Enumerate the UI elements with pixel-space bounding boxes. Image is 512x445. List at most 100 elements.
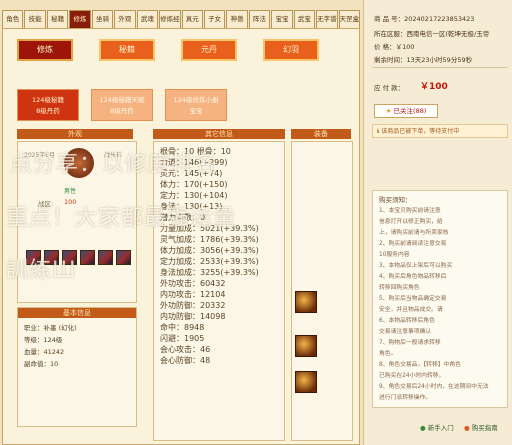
tab-15[interactable]: 天罡盒 bbox=[338, 10, 360, 28]
main-panel: 修炼 秘籍 元丹 幻羽 124级秘籍 8级丹药 124级秘籍天赋 8级丹药 124级修炼小册宝… bbox=[2, 28, 360, 445]
tip-line: 4、购买后角色物品转移后 bbox=[379, 274, 447, 280]
right-region: 商 品 号：20240217223853423 所在区服：西南电信一区(乾坤无极… bbox=[363, 0, 512, 445]
tip-line: 进行门派转移操作。 bbox=[379, 395, 432, 401]
tip-line: 信息打开以修正购买，给 bbox=[379, 219, 443, 225]
gem-row bbox=[26, 250, 131, 265]
server-option-2[interactable]: 124级修炼小册 宝宝 bbox=[165, 89, 227, 121]
stat-row: 力量加成：5021(+39.3%) bbox=[160, 224, 259, 233]
guide-icon: ● bbox=[464, 424, 470, 432]
equipment-slot-1[interactable] bbox=[295, 291, 317, 313]
tip-line: 1、本宝贝购买前请注意 bbox=[379, 208, 441, 214]
server-option-line2: 8级丹药 bbox=[36, 107, 60, 115]
stat-row: 外功攻击：60432 bbox=[160, 279, 226, 288]
stat-row: 身法：130(+13) bbox=[160, 202, 223, 211]
stat-row: 外功防御：20332 bbox=[160, 301, 226, 310]
tip-line: 9、角色交易后24小时内，在这期间中无法 bbox=[379, 384, 489, 390]
basic-info-rows: 职业：补墨 (幻化) 等级：124级 血量：41242 副命值：10 bbox=[24, 322, 77, 370]
tip-line: 转移回购买角色 bbox=[379, 285, 420, 291]
appearance-box: 2025年6月 战长衫 男性 战区: 100 bbox=[17, 141, 137, 303]
tab-13[interactable]: 武宝 bbox=[293, 10, 316, 28]
tab-8[interactable]: 真元 bbox=[181, 10, 203, 28]
tab-2[interactable]: 秘籍 bbox=[46, 10, 69, 28]
stat-row: 潜力点数：0 bbox=[160, 213, 206, 222]
tab-5[interactable]: 外观 bbox=[114, 10, 136, 28]
section-header-left: 外观 bbox=[17, 129, 133, 139]
gem-icon[interactable] bbox=[44, 250, 59, 265]
server-option-0[interactable]: 124级秘籍 8级丹药 bbox=[17, 89, 79, 121]
divider bbox=[372, 67, 508, 68]
category-button-0[interactable]: 修炼 bbox=[17, 39, 73, 61]
stat-row: 命中：8948 bbox=[160, 323, 205, 332]
stat-row: 体力加成：3056(+39.3%) bbox=[160, 246, 259, 255]
stat-row: 体力：170(+150) bbox=[160, 180, 228, 189]
newbie-link[interactable]: ● 新手入门 bbox=[420, 422, 454, 432]
stats-list: 根骨：10 根骨：10 力道：146(+299) 灵元：145(+74) 体力：170… bbox=[153, 141, 285, 441]
basic-info-box: 基本信息 职业：补墨 (幻化) 等级：124级 血量：41242 副命值：10 bbox=[17, 307, 137, 427]
notice-bar: ℹ 该商品已被下单，等待支付中 bbox=[372, 124, 508, 138]
gem-icon[interactable] bbox=[62, 250, 77, 265]
guide-link[interactable]: ● 购买指南 bbox=[464, 422, 498, 432]
tab-1[interactable]: 技能 bbox=[24, 10, 46, 28]
category-button-3[interactable]: 幻羽 bbox=[263, 39, 319, 61]
payable-label: 应 付 款： bbox=[374, 84, 405, 92]
tip-line: 已购买在24小时内转移， bbox=[379, 373, 445, 379]
stat-row: 内功攻击：12104 bbox=[160, 290, 226, 299]
gem-icon[interactable] bbox=[80, 250, 95, 265]
category-button-1[interactable]: 秘籍 bbox=[99, 39, 155, 61]
basic-info-row: 职业：补墨 (幻化) bbox=[24, 324, 77, 332]
tab-3[interactable]: 修炼 bbox=[69, 10, 91, 28]
tab-12[interactable]: 宝宝 bbox=[271, 10, 293, 28]
equipment-slot-2[interactable] bbox=[295, 335, 317, 357]
server-option-1[interactable]: 124级秘籍天赋 8级丹药 bbox=[91, 89, 153, 121]
section-header-middle: 其它信息 bbox=[153, 129, 285, 139]
follow-button-label: 已关注(88) bbox=[393, 107, 427, 115]
server-option-line1: 124级秘籍 bbox=[32, 96, 64, 104]
gem-icon[interactable] bbox=[98, 250, 113, 265]
section-header-right: 装备 bbox=[291, 129, 351, 139]
tab-6[interactable]: 武魂 bbox=[136, 10, 159, 28]
follow-button[interactable]: ★ 已关注(88) bbox=[374, 104, 438, 118]
tab-7[interactable]: 修炼经脉 bbox=[159, 10, 181, 28]
tip-line: 上，请购买前请与所卖家核 bbox=[379, 230, 449, 236]
gem-icon[interactable] bbox=[26, 250, 41, 265]
stat-row: 身法加成：3255(+39.3%) bbox=[160, 268, 259, 277]
stat-row: 内功防御：14098 bbox=[160, 312, 226, 321]
tip-line: 交易请注意事项确认 bbox=[379, 329, 432, 335]
equipment-slot-3[interactable] bbox=[295, 371, 317, 393]
server-row: 124级秘籍 8级丹药 124级秘籍天赋 8级丹药 124级修炼小册 宝宝 bbox=[17, 89, 227, 121]
tab-10[interactable]: 神兽 bbox=[226, 10, 248, 28]
tab-11[interactable]: 阵法 bbox=[248, 10, 271, 28]
info-icon: ℹ bbox=[377, 128, 380, 135]
item-time: 剩余时间：13天23小时59分59秒 bbox=[374, 56, 473, 64]
gender-text: 男性 bbox=[64, 188, 77, 195]
left-region: 角色技能秘籍修炼坐骑外观武魂修炼经脉真元子女神兽阵法宝宝武宝无字谱天罡盒 修炼秘… bbox=[0, 0, 363, 445]
tip-line: 10服务内容 bbox=[379, 252, 410, 258]
tab-14[interactable]: 无字谱 bbox=[316, 10, 338, 28]
profile-line2: 战长衫 bbox=[104, 152, 123, 159]
basic-info-row: 副命值：10 bbox=[24, 360, 59, 368]
stat-row: 闪避：1905 bbox=[160, 334, 205, 343]
tip-line: 2、购买前请阅读注意交易 bbox=[379, 241, 447, 247]
gem-icon[interactable] bbox=[116, 250, 131, 265]
tips-title: 购买须知： bbox=[379, 196, 412, 204]
category-button-2[interactable]: 元丹 bbox=[181, 39, 237, 61]
stat-row: 灵元：145(+74) bbox=[160, 169, 223, 178]
tip-line: 6、本物品转移后角色 bbox=[379, 318, 435, 324]
server-option-line1: 124级修炼小册 bbox=[173, 96, 219, 104]
profile-line1: 2025年6月 bbox=[24, 152, 56, 159]
stat-row: 定力：130(+104) bbox=[160, 191, 228, 200]
stat-row: 根骨：10 根骨：10 bbox=[160, 147, 231, 156]
payable-value: ￥100 bbox=[420, 82, 448, 92]
item-server: 所在区服：西南电信一区(乾坤无极/玉帝 bbox=[374, 30, 490, 38]
server-option-line1: 124级秘籍天赋 bbox=[99, 96, 145, 104]
tip-line: 角色。 bbox=[379, 351, 397, 357]
tab-9[interactable]: 子女 bbox=[203, 10, 226, 28]
tab-4[interactable]: 坐骑 bbox=[91, 10, 114, 28]
basic-info-row: 血量：41242 bbox=[24, 348, 65, 356]
tips-list: 1、本宝贝购买前请注意 信息打开以修正购买，给 上，请购买前请与所卖家核 2、购买前请… bbox=[379, 206, 501, 404]
stat-row: 会心防御：48 bbox=[160, 356, 211, 365]
newbie-link-label: 新手入门 bbox=[427, 424, 454, 432]
tab-0[interactable]: 角色 bbox=[2, 10, 24, 28]
stat-row: 会心攻击：46 bbox=[160, 345, 211, 354]
guide-link-label: 购买指南 bbox=[471, 424, 498, 432]
